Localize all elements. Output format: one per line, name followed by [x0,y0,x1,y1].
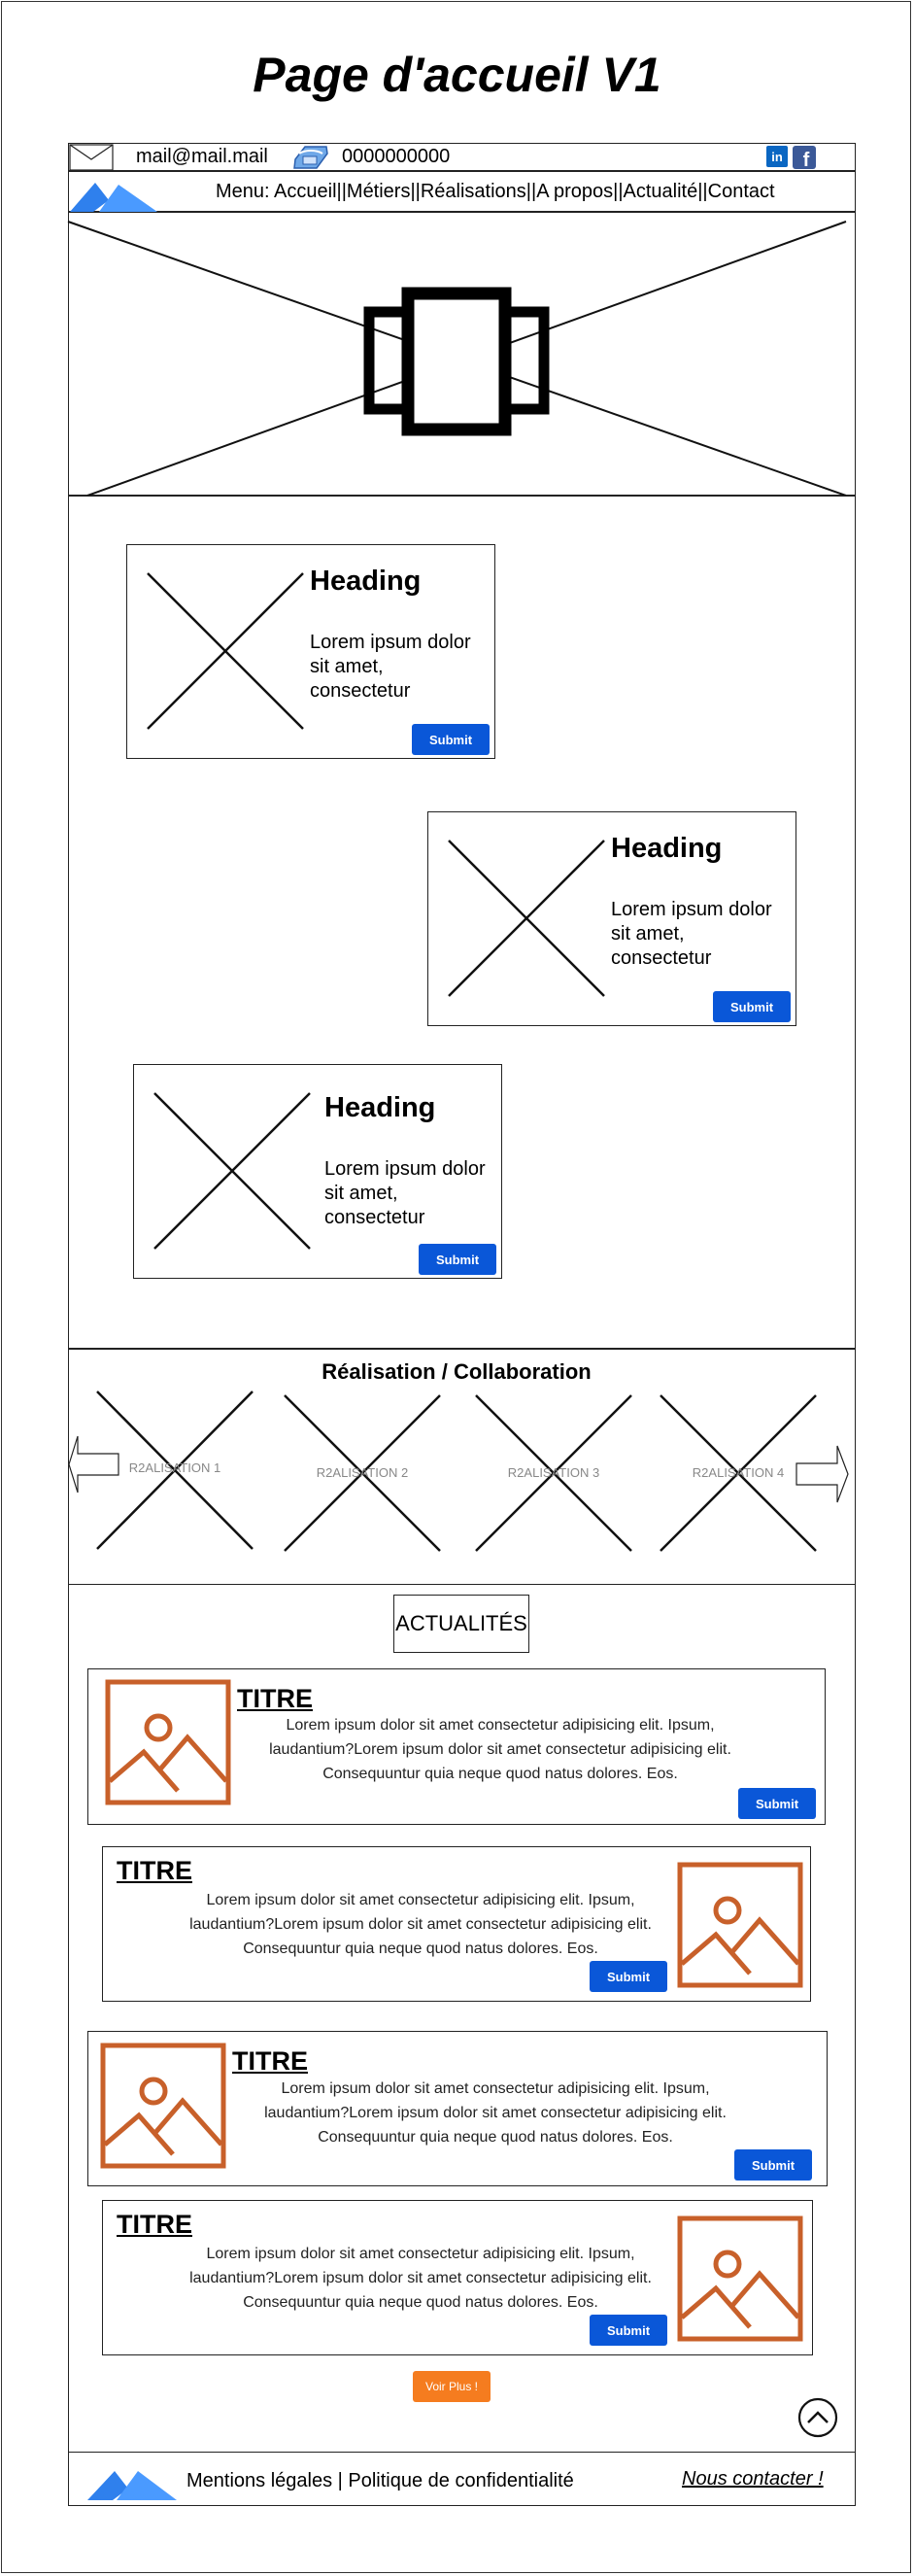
footer-legal-links[interactable]: Mentions légales | Politique de confiden… [186,2470,574,2492]
page-title: Page d'accueil V1 [253,48,661,102]
news-title: TITRE [117,1856,192,1885]
news-submit-button[interactable]: Submit [738,1788,816,1819]
card-text: Lorem ipsum dolor sit amet, consectetur [611,899,772,969]
footer-logo-icon[interactable] [87,2461,177,2500]
image-placeholder-icon [677,1862,803,1988]
news-title: TITRE [237,1684,313,1713]
scroll-top-icon[interactable] [797,2397,838,2438]
news-text: Lorem ipsum dolor sit amet consectetur a… [189,1892,652,1957]
linkedin-icon[interactable]: in [766,146,788,167]
realisation-label: R2ALISATION 2 [316,1465,409,1480]
card-submit-button[interactable]: Submit [419,1244,496,1275]
news-title: TITRE [232,2046,308,2076]
card-heading: Heading [324,1092,436,1123]
realisation-label: R2ALISATION 3 [507,1465,600,1480]
news-text: Lorem ipsum dolor sit amet consectetur a… [189,2246,652,2311]
logo-icon[interactable] [70,177,157,212]
card-submit-button[interactable]: Submit [412,724,490,755]
footer-contact-link[interactable]: Nous contacter ! [682,2468,824,2490]
card-text: Lorem ipsum dolor sit amet, consectetur [324,1158,486,1228]
svg-text:in: in [771,150,783,164]
news-title: TITRE [117,2210,192,2239]
card-heading: Heading [611,833,723,864]
card-submit-button[interactable]: Submit [713,991,791,1022]
card-image-placeholder [448,840,605,997]
image-placeholder-icon [105,1679,231,1805]
realisation-title: Réalisation / Collaboration [322,1359,592,1384]
news-text: Lorem ipsum dolor sit amet consectetur a… [264,2080,727,2146]
image-placeholder-icon [100,2043,226,2169]
news-submit-button[interactable]: Submit [590,2315,667,2346]
see-more-button[interactable]: Voir Plus ! [413,2371,491,2402]
svg-text:f: f [803,150,810,171]
facebook-icon[interactable]: f [793,146,816,171]
news-section-title: ACTUALITÉS [393,1595,529,1653]
card-image-placeholder [153,1092,311,1250]
news-submit-button[interactable]: Submit [734,2149,812,2181]
card-text: Lorem ipsum dolor sit amet, consectetur [310,632,471,702]
image-placeholder-icon [677,2215,803,2342]
realisation-label: R2ALISATION 4 [692,1465,785,1480]
nav-menu[interactable]: Menu: Accueil||Métiers||Réalisations||A … [216,181,775,203]
contact-phone[interactable]: 0000000000 [342,146,450,168]
news-submit-button[interactable]: Submit [590,1961,667,1992]
news-text: Lorem ipsum dolor sit amet consectetur a… [269,1717,731,1782]
contact-email[interactable]: mail@mail.mail [136,146,268,168]
phone-icon [293,146,328,169]
mail-icon[interactable] [69,144,114,171]
card-heading: Heading [310,566,422,597]
carousel-icon[interactable] [363,287,550,436]
realisation-label: R2ALISATION 1 [128,1460,221,1475]
card-image-placeholder [147,572,304,730]
